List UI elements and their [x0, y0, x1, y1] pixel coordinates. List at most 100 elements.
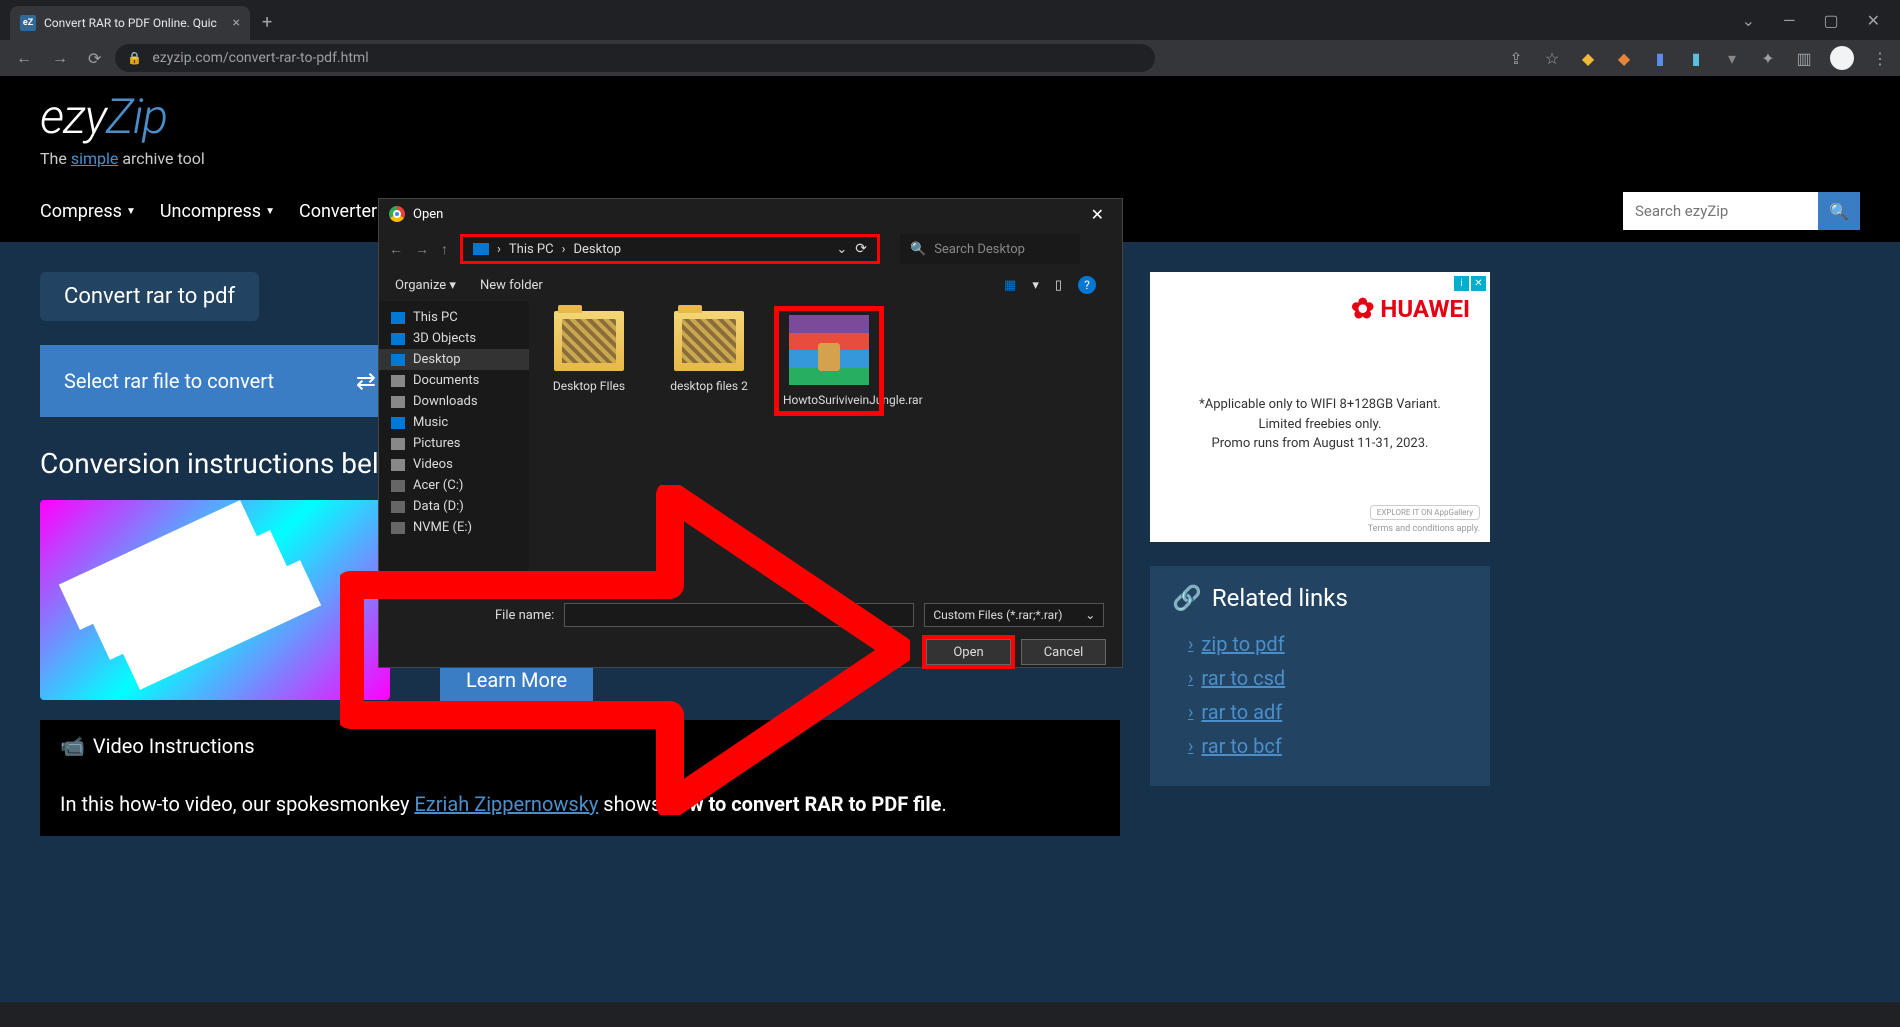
extension-icon[interactable]: ◆ [1578, 48, 1598, 68]
tab-title: Convert RAR to PDF Online. Quic [44, 16, 217, 30]
dialog-search-input[interactable]: 🔍 Search Desktop [900, 234, 1080, 264]
related-link[interactable]: ›rar to bcf [1172, 734, 1468, 758]
site-header: ezyZip The simple archive tool [0, 76, 1900, 180]
dialog-up-button[interactable]: ↑ [441, 241, 448, 258]
breadcrumb-item[interactable]: Desktop [574, 242, 622, 257]
tree-item-music[interactable]: Music [379, 412, 529, 433]
video-description: In this how-to video, our spokesmonkey E… [40, 772, 1120, 836]
cancel-button[interactable]: Cancel [1021, 639, 1106, 665]
tree-item-desktop[interactable]: Desktop [379, 349, 529, 370]
filetype-select[interactable]: Custom Files (*.rar;*.rar)⌄ [924, 603, 1104, 627]
menu-icon[interactable]: ⋮ [1870, 48, 1890, 68]
maximize-icon[interactable]: ▢ [1823, 11, 1838, 30]
video-thumbnail[interactable] [40, 500, 390, 700]
spokesmonkey-link[interactable]: Ezriah Zippernowsky [414, 792, 598, 816]
site-logo[interactable]: ezyZip The simple archive tool [40, 88, 205, 168]
related-link[interactable]: ›zip to pdf [1172, 632, 1468, 656]
tree-item-drive-d[interactable]: Data (D:) [379, 496, 529, 517]
refresh-icon[interactable]: ⟳ [855, 241, 867, 257]
folder-icon [674, 311, 744, 371]
extensions-icon[interactable]: ✦ [1758, 48, 1778, 68]
url-text: ezyzip.com/convert-rar-to-pdf.html [152, 50, 368, 66]
breadcrumb-item[interactable]: This PC [509, 242, 554, 257]
file-label: HowtoSuriviveinJungle.rar [783, 393, 875, 407]
profile-avatar[interactable] [1830, 46, 1854, 70]
minimize-icon[interactable]: — [1783, 11, 1796, 30]
chevron-right-icon: › [1188, 634, 1193, 655]
tree-item-pictures[interactable]: Pictures [379, 433, 529, 454]
extension-icon[interactable]: ▮ [1686, 48, 1706, 68]
tree-item-thispc[interactable]: This PC [379, 307, 529, 328]
related-link[interactable]: ›rar to adf [1172, 700, 1468, 724]
dialog-breadcrumb[interactable]: › This PC › Desktop ⌄ ⟳ [460, 234, 880, 264]
extension-icon[interactable]: ◆ [1614, 48, 1634, 68]
file-open-dialog: Open ✕ ← → ↑ › This PC › Desktop ⌄ ⟳ 🔍 S… [378, 198, 1123, 668]
chevron-right-icon: › [1188, 668, 1193, 689]
nav-compress[interactable]: Compress▼ [40, 201, 136, 222]
share-icon[interactable]: ⇪ [1506, 48, 1526, 68]
view-mode-icon[interactable]: ▦ [1004, 278, 1016, 293]
help-icon[interactable]: ? [1078, 276, 1096, 294]
cube-icon [391, 333, 405, 345]
filename-input[interactable] [564, 603, 914, 627]
logo-part2: Zip [106, 88, 167, 145]
chevron-down-icon[interactable]: ▾ [1032, 278, 1039, 293]
dialog-tree: This PC 3D Objects Desktop Documents Dow… [379, 301, 529, 591]
select-file-button[interactable]: Select rar file to convert ⇄ [40, 345, 400, 417]
sidepanel-icon[interactable]: ▥ [1794, 48, 1814, 68]
dialog-back-button[interactable]: ← [389, 241, 403, 258]
search-placeholder: Search Desktop [934, 242, 1025, 257]
file-item-rar[interactable]: HowtoSuriviveinJungle.rar [779, 311, 879, 411]
search-input[interactable] [1623, 192, 1818, 230]
new-tab-button[interactable]: + [262, 12, 272, 33]
related-link[interactable]: ›rar to csd [1172, 666, 1468, 690]
related-title: 🔗 Related links [1172, 584, 1468, 612]
dialog-close-button[interactable]: ✕ [1083, 205, 1112, 224]
address-bar[interactable]: 🔒 ezyzip.com/convert-rar-to-pdf.html [115, 44, 1155, 72]
new-folder-button[interactable]: New folder [480, 278, 543, 293]
extension-icon[interactable]: ▾ [1722, 48, 1742, 68]
nav-uncompress[interactable]: Uncompress▼ [160, 201, 275, 222]
organize-menu[interactable]: Organize ▾ [395, 278, 456, 293]
ad-close-icon[interactable]: ✕ [1471, 276, 1486, 291]
caret-icon: ▼ [126, 206, 136, 217]
star-icon[interactable]: ☆ [1542, 48, 1562, 68]
advertisement[interactable]: i✕ ✿HUAWEI *Applicable only to WIFI 8+12… [1150, 272, 1490, 542]
dialog-forward-button[interactable]: → [415, 241, 429, 258]
extension-icon[interactable]: ▮ [1650, 48, 1670, 68]
preview-pane-icon[interactable]: ▯ [1055, 278, 1062, 293]
close-window-icon[interactable]: ✕ [1867, 11, 1880, 30]
back-button[interactable]: ← [10, 44, 38, 72]
tree-item-downloads[interactable]: Downloads [379, 391, 529, 412]
dialog-titlebar: Open ✕ [379, 199, 1122, 229]
tree-item-documents[interactable]: Documents [379, 370, 529, 391]
swap-icon: ⇄ [356, 367, 376, 395]
lock-icon: 🔒 [127, 51, 142, 65]
chevron-down-icon[interactable]: ⌄ [1742, 11, 1755, 30]
tree-item-drive-e[interactable]: NVME (E:) [379, 517, 529, 538]
download-icon [391, 396, 405, 408]
chevron-down-icon[interactable]: ⌄ [836, 242, 847, 257]
desktop-icon [391, 354, 405, 366]
window-controls: ⌄ — ▢ ✕ [1742, 11, 1900, 30]
file-label: Desktop FIles [539, 379, 639, 393]
reload-button[interactable]: ⟳ [82, 45, 107, 72]
filename-label: File name: [495, 608, 554, 623]
rar-icon [789, 315, 869, 385]
browser-tab[interactable]: eZ Convert RAR to PDF Online. Quic × [10, 6, 250, 40]
ad-info-icon[interactable]: i [1454, 276, 1469, 291]
tree-item-3dobjects[interactable]: 3D Objects [379, 328, 529, 349]
select-file-label: Select rar file to convert [64, 369, 274, 393]
search-button[interactable]: 🔍 [1818, 192, 1860, 230]
open-button[interactable]: Open [926, 639, 1011, 665]
search-icon: 🔍 [910, 242, 926, 257]
forward-button[interactable]: → [46, 44, 74, 72]
tree-item-drive-c[interactable]: Acer (C:) [379, 475, 529, 496]
folder-icon [554, 311, 624, 371]
file-item-folder[interactable]: desktop files 2 [659, 311, 759, 393]
tree-item-videos[interactable]: Videos [379, 454, 529, 475]
close-tab-icon[interactable]: × [233, 15, 240, 31]
browser-tab-bar: eZ Convert RAR to PDF Online. Quic × + ⌄… [0, 0, 1900, 40]
file-item-folder[interactable]: Desktop FIles [539, 311, 639, 393]
crumb-chevron-icon: › [562, 242, 566, 257]
